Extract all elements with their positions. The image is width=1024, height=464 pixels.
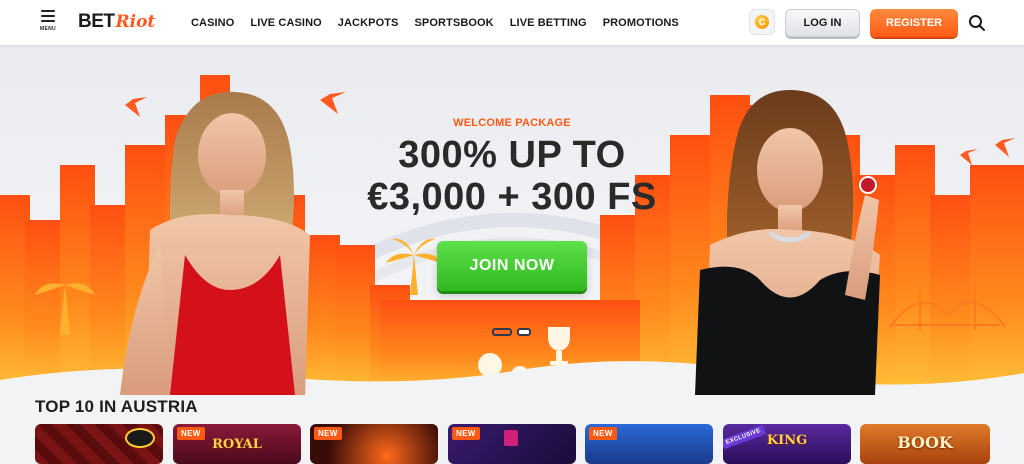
nav-promotions[interactable]: PROMOTIONS [603, 17, 679, 29]
game-art-icon [504, 430, 518, 446]
menu-button[interactable]: MENU [36, 10, 60, 38]
slider-dot-1[interactable] [492, 328, 512, 336]
hero-headline-line1: 300% UP TO [398, 134, 626, 176]
logo[interactable]: BET Riot [78, 9, 155, 35]
nav-sportsbook[interactable]: SPORTSBOOK [414, 17, 493, 29]
game-tiles-row: NEW ROYAL NEW NEW NEW EXCLUSIVE KING BOO… [35, 424, 995, 464]
hero-slider-pagination [492, 328, 534, 340]
hero-banner: WELCOME PACKAGE 300% UP TO €3,000 + 300 … [0, 45, 1024, 395]
join-now-button[interactable]: JOIN NOW [437, 241, 587, 291]
slider-dot-2[interactable] [517, 328, 531, 336]
hero-headline-line2: €3,000 + 300 FS [367, 176, 657, 218]
new-badge: NEW [314, 427, 342, 440]
bonus-coin-button[interactable]: C [749, 9, 775, 35]
section-title-top10: TOP 10 IN AUSTRIA [35, 397, 198, 416]
nav-casino[interactable]: CASINO [191, 17, 234, 29]
game-tile-4[interactable]: NEW [448, 424, 576, 464]
game-tile-1[interactable] [35, 424, 163, 464]
login-button[interactable]: LOG IN [785, 9, 860, 37]
new-badge: NEW [452, 427, 480, 440]
hero-background-illustration [0, 75, 1024, 395]
game-tile-2[interactable]: NEW ROYAL [173, 424, 301, 464]
game-tile-3[interactable]: NEW [310, 424, 438, 464]
game-tile-5[interactable]: NEW [585, 424, 713, 464]
hero-welcome-label: WELCOME PACKAGE [453, 117, 571, 129]
game-title: KING [766, 433, 808, 448]
hamburger-icon [41, 10, 55, 12]
logo-text-riot: Riot [115, 12, 156, 32]
game-tile-7[interactable]: BOOK [860, 424, 990, 464]
new-badge: NEW [589, 427, 617, 440]
game-tile-6[interactable]: EXCLUSIVE KING [723, 424, 851, 464]
search-icon[interactable] [968, 14, 986, 32]
nav-live-betting[interactable]: LIVE BETTING [510, 17, 587, 29]
hamburger-icon-bar [41, 15, 55, 17]
nav-live-casino[interactable]: LIVE CASINO [250, 17, 321, 29]
logo-text-bet: BET [78, 11, 115, 32]
coin-icon: C [755, 15, 769, 29]
nav-jackpots[interactable]: JACKPOTS [338, 17, 399, 29]
hamburger-icon-bar [41, 20, 55, 22]
menu-label: MENU [40, 26, 56, 32]
register-button[interactable]: REGISTER [870, 9, 958, 37]
main-nav: CASINO LIVE CASINO JACKPOTS SPORTSBOOK L… [191, 0, 695, 45]
game-logo-badge [125, 428, 155, 448]
top-header: MENU BET Riot CASINO LIVE CASINO JACKPOT… [0, 0, 1024, 45]
game-title: BOOK [897, 433, 953, 452]
